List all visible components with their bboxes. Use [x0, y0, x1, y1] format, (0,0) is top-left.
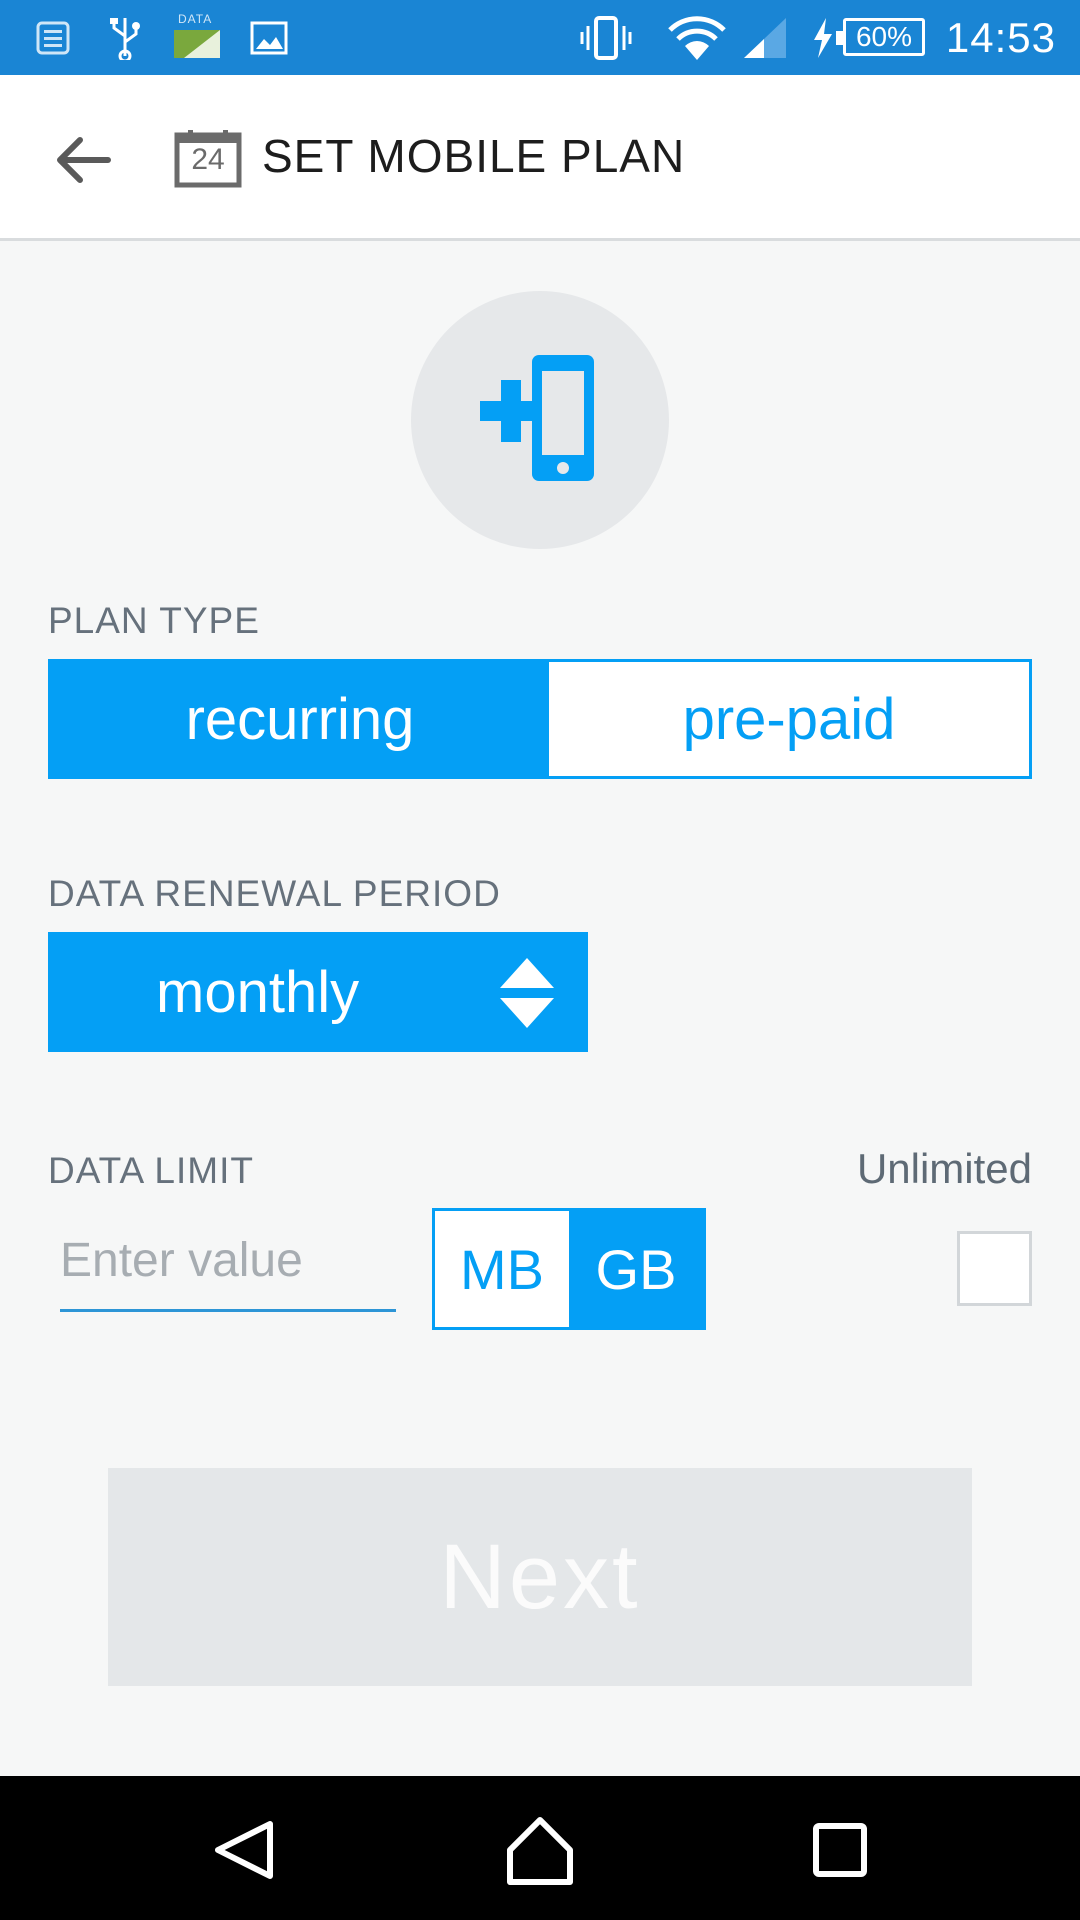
app-bar: 24 SET MOBILE PLAN: [0, 75, 1080, 241]
battery-level: 60%: [855, 21, 913, 52]
page-title: SET MOBILE PLAN: [262, 130, 686, 182]
plan-type-toggle: recurring pre-paid: [48, 659, 1032, 779]
data-label: DATA: [178, 11, 213, 26]
triangle-back-icon: [215, 1821, 273, 1879]
unlimited-checkbox[interactable]: [957, 1231, 1032, 1306]
plan-option-recurring[interactable]: recurring: [51, 662, 549, 776]
nav-recents-button[interactable]: [800, 1810, 880, 1890]
wifi-icon: [666, 0, 728, 75]
navigation-bar: [0, 1776, 1080, 1920]
status-time: 14:53: [945, 13, 1056, 61]
next-button[interactable]: Next: [108, 1468, 972, 1686]
unit-option-mb[interactable]: MB: [435, 1211, 569, 1327]
data-icon: DATA: [174, 0, 222, 75]
battery-indicator: 60%: [836, 18, 925, 56]
hero-badge: [411, 291, 669, 549]
image-icon: [250, 0, 288, 75]
arrow-left-icon: [57, 137, 111, 183]
unit-option-gb[interactable]: GB: [569, 1211, 703, 1327]
unlimited-label: Unlimited: [856, 1145, 1032, 1192]
renewal-period-select[interactable]: monthly: [48, 932, 588, 1052]
recents-icon: [813, 1823, 867, 1877]
charging-icon: [812, 0, 834, 75]
nav-home-button[interactable]: [500, 1810, 580, 1890]
data-limit-label: DATA LIMIT: [48, 1150, 254, 1191]
renewal-period-label: DATA RENEWAL PERIOD: [48, 873, 501, 914]
unit-toggle: MB GB: [432, 1208, 706, 1330]
calendar-day: 24: [191, 143, 225, 176]
vibrate-icon: [578, 0, 634, 75]
usb-icon: [108, 0, 142, 75]
plan-option-prepaid[interactable]: pre-paid: [549, 662, 1029, 776]
nav-back-button[interactable]: [204, 1810, 284, 1890]
status-bar: DATA 60% 14:53: [0, 0, 1080, 75]
notes-icon: [36, 0, 70, 75]
up-down-arrows-icon: [500, 958, 554, 1028]
home-icon: [507, 1817, 573, 1885]
renewal-period-value: monthly: [156, 959, 360, 1025]
data-limit-input[interactable]: [60, 1222, 396, 1312]
calendar-icon: 24: [174, 130, 242, 188]
plan-type-label: PLAN TYPE: [48, 600, 260, 641]
signal-icon: [742, 0, 788, 75]
back-button[interactable]: [50, 125, 120, 195]
add-phone-icon: [480, 355, 594, 481]
